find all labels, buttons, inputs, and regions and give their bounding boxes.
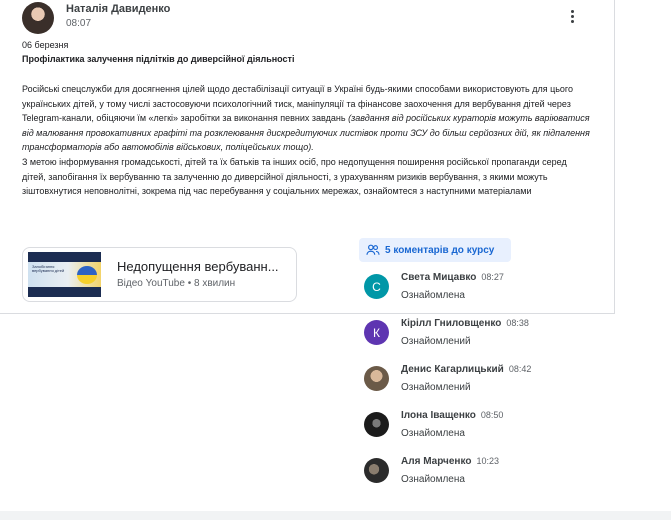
comment-time: 08:38 [506, 318, 529, 328]
more-vert-icon[interactable] [560, 6, 584, 26]
comment-time: 10:23 [476, 456, 499, 466]
comment-text: Ознайомлена [401, 290, 465, 301]
attachment-title: Недопущення вербуванн... [117, 259, 279, 274]
post-card: Наталія Давиденко 08:07 06 березня Профі… [0, 0, 615, 314]
avatar[interactable] [364, 366, 389, 391]
thumbnail-text: Запобігання вербування дітей [32, 264, 65, 273]
avatar[interactable] [364, 412, 389, 437]
comment-time: 08:42 [508, 364, 532, 374]
comment-time: 08:27 [481, 272, 504, 282]
next-post-strip [0, 511, 671, 520]
comment-text: Ознайомлений [401, 336, 471, 347]
comment-item: Денис Кагарлицький 08:42 Ознайомлений [364, 364, 604, 404]
video-thumbnail: Запобігання вербування дітей [28, 252, 101, 297]
class-comments-toggle[interactable]: 5 коментарів до курсу [359, 238, 511, 262]
post-date: 06 березня [22, 40, 69, 50]
comment-author[interactable]: Ілона Іващенко [401, 410, 476, 421]
comment-text: Ознайомлена [401, 428, 465, 439]
comment-author[interactable]: Аля Марченко [401, 456, 471, 467]
youtube-attachment[interactable]: Запобігання вербування дітей Недопущення… [22, 247, 297, 302]
comment-author[interactable]: Кірілл Гниловщенко [401, 318, 501, 329]
author-avatar[interactable] [22, 2, 54, 34]
avatar[interactable]: К [364, 320, 389, 345]
comment-text: Ознайомлена [401, 474, 465, 485]
avatar[interactable] [364, 458, 389, 483]
post-title: Профілактика залучення підлітків до диве… [22, 54, 295, 64]
comment-author[interactable]: Денис Кагарлицький [401, 364, 504, 375]
comment-time: 08:50 [480, 410, 504, 420]
post-body: Російські спецслужби для досягнення ціле… [22, 82, 592, 199]
post-author[interactable]: Наталія Давиденко [66, 3, 170, 15]
comments-count: 5 коментарів до курсу [385, 244, 495, 256]
avatar[interactable]: С [364, 274, 389, 299]
post-time: 08:07 [66, 18, 92, 29]
comment-item: С Света Мицавко 08:27 Ознайомлена [364, 272, 604, 312]
attachment-subtitle: Відео YouTube • 8 хвилин [117, 278, 236, 289]
comment-item: Ілона Іващенко 08:50 Ознайомлена [364, 410, 604, 450]
comment-author[interactable]: Света Мицавко [401, 272, 476, 283]
comment-text: Ознайомлений [401, 382, 471, 393]
post-paragraph-1: Російські спецслужби для досягнення ціле… [22, 82, 592, 155]
comment-item: К Кірілл Гниловщенко 08:38 Ознайомлений [364, 318, 604, 358]
ukraine-flag-icon [77, 266, 97, 284]
post-paragraph-2: З метою інформування громадськості, діте… [22, 156, 567, 197]
comment-item: Аля Марченко 10:23 Ознайомлена [364, 456, 604, 496]
people-icon [366, 244, 380, 255]
